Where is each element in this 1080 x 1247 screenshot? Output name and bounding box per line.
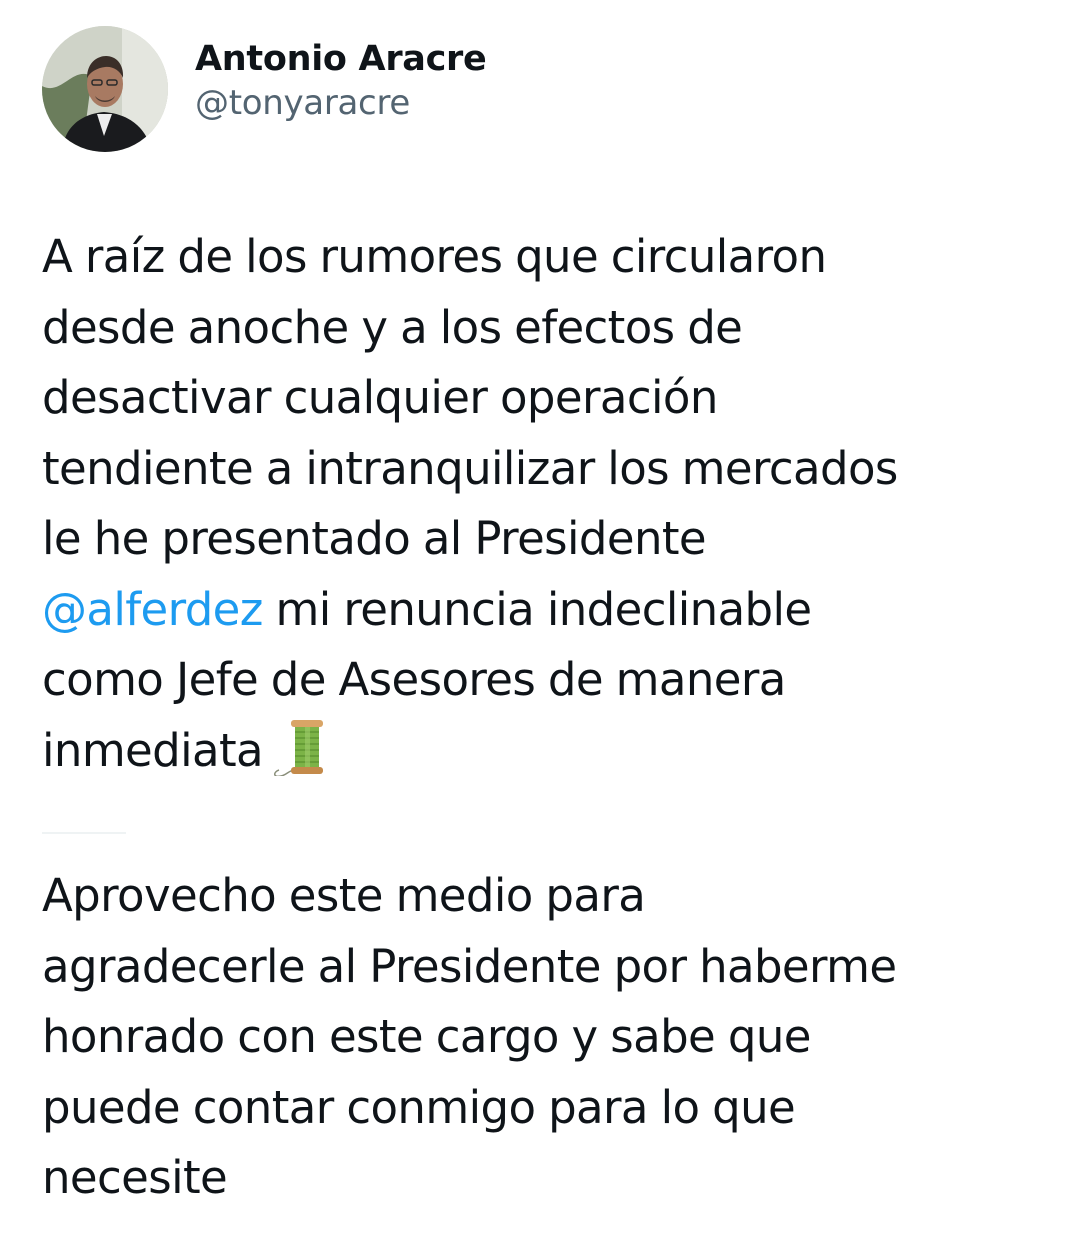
tweet-paragraph-2: Aprovecho este medio para agradecerle al…	[42, 861, 1052, 1214]
tweet-line: puede contar conmigo para lo que	[42, 1080, 796, 1134]
tweet-line: honrado con este cargo y sabe que	[42, 1010, 811, 1063]
tweet-line: @alferdez mi renuncia indeclinable	[42, 575, 1052, 646]
avatar-photo	[42, 26, 168, 152]
tweet-paragraph-1: A raíz de los rumores que circularon des…	[42, 222, 1052, 796]
tweet-line: inmediata	[42, 716, 1052, 797]
mention-link[interactable]: @alferdez	[42, 583, 263, 636]
tweet-line: tendiente a intranquilizar los mercados	[42, 441, 898, 495]
tweet-line: desde anoche y a los efectos de	[42, 300, 743, 354]
tweet-header: Antonio Aracre @tonyaracre	[42, 26, 487, 152]
tweet-line: A raíz de los rumores que circularon	[42, 230, 827, 283]
tweet-line: necesite	[42, 1151, 228, 1204]
tweet-line: Aprovecho este medio para	[42, 869, 646, 922]
tweet-line-text: inmediata	[42, 723, 264, 777]
tweet-line: como Jefe de Asesores de manera	[42, 653, 786, 706]
author-names: Antonio Aracre @tonyaracre	[195, 37, 487, 125]
divider	[42, 832, 126, 834]
author-display-name[interactable]: Antonio Aracre	[195, 37, 487, 81]
tweet-line-rest: mi renuncia indeclinable	[262, 582, 813, 636]
tweet-text: A raíz de los rumores que circularon des…	[42, 222, 1052, 1214]
author-handle[interactable]: @tonyaracre	[195, 81, 486, 125]
avatar[interactable]	[42, 26, 168, 152]
tweet-line: desactivar cualquier operación	[42, 371, 718, 424]
tweet-line: agradecerle al Presidente por haberme	[42, 939, 897, 993]
tweet-line: le he presentado al Presidente	[42, 512, 707, 565]
spool-of-thread-icon	[271, 718, 327, 797]
